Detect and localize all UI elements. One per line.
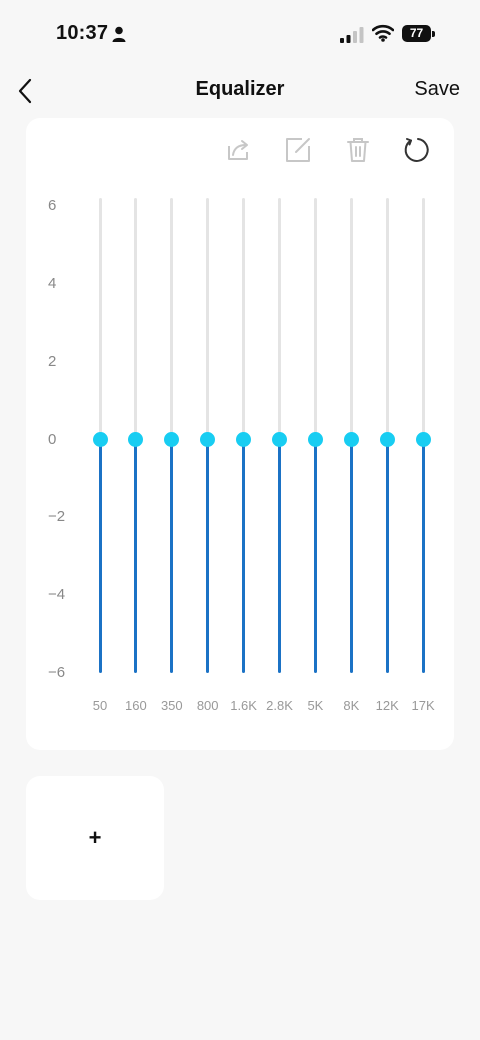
band-slider-fill — [206, 439, 210, 673]
band-slider-knob[interactable] — [92, 432, 108, 447]
band-slider-track[interactable] — [170, 198, 174, 440]
band-slider-knob[interactable] — [415, 432, 431, 447]
y-tick-label: 4 — [48, 274, 57, 292]
status-bar: 10:37 77 — [0, 0, 480, 72]
equalizer-card: 6 4 2 0 −2 −4 −6 50 160 350 800 1.6K 2.8K 5K 8K 12K 17K — [26, 118, 454, 750]
status-time: 10:37 — [56, 22, 109, 44]
band-slider-fill — [313, 439, 317, 673]
band-slider-knob[interactable] — [307, 432, 323, 447]
band-slider-fill — [98, 439, 102, 673]
y-tick-label: 0 — [48, 430, 57, 448]
battery-tip — [432, 31, 435, 37]
band-slider-track[interactable] — [313, 198, 317, 440]
save-button[interactable]: Save — [414, 78, 460, 101]
band-frequency-label: 350 — [160, 698, 183, 713]
band-slider-fill — [242, 439, 246, 673]
band-slider-knob[interactable] — [200, 432, 216, 447]
band-slider-knob[interactable] — [343, 432, 359, 447]
band-slider-track[interactable] — [278, 198, 281, 440]
band-slider-knob[interactable] — [164, 432, 180, 447]
band-frequency-label: 800 — [196, 698, 219, 713]
band-slider-track[interactable] — [421, 198, 425, 440]
band-slider-knob[interactable] — [379, 432, 395, 447]
band-slider-track[interactable] — [206, 198, 210, 440]
y-tick-label: −6 — [48, 664, 66, 681]
band-slider-fill — [134, 439, 138, 673]
wifi-icon — [372, 24, 394, 42]
battery-level: 77 — [402, 25, 431, 42]
band-slider-track[interactable] — [385, 198, 389, 440]
y-tick-label: 6 — [48, 197, 57, 214]
band-slider-fill — [385, 439, 389, 673]
y-tick-label: −2 — [48, 508, 66, 526]
y-tick-label: −4 — [48, 586, 66, 604]
band-slider-knob[interactable] — [128, 432, 144, 447]
add-preset-button[interactable]: + — [26, 776, 164, 900]
band-frequency-label: 17K — [411, 698, 435, 713]
band-slider-track[interactable] — [134, 198, 138, 440]
band-frequency-label: 5K — [307, 698, 324, 713]
band-slider-track[interactable] — [98, 198, 102, 440]
band-slider-knob[interactable] — [236, 432, 252, 447]
band-frequency-label: 160 — [125, 698, 147, 713]
band-slider-knob[interactable] — [272, 432, 287, 447]
equalizer-chart: 6 4 2 0 −2 −4 −6 50 160 350 800 1.6K 2.8K 5K 8K 12K 17K — [26, 118, 454, 750]
add-preset-card[interactable]: + — [26, 776, 164, 900]
battery-icon: 77 — [402, 25, 436, 43]
band-frequency-label: 50 — [92, 698, 108, 713]
nav-bar: Equalizer Save — [0, 72, 480, 112]
y-tick-label: 2 — [48, 352, 57, 370]
band-frequency-label: 8K — [343, 698, 360, 713]
band-slider-fill — [170, 439, 174, 673]
band-slider-fill — [278, 439, 281, 673]
person-icon — [112, 26, 126, 42]
page-title: Equalizer — [195, 78, 285, 100]
band-frequency-label: 2.8K — [266, 698, 293, 713]
band-slider-track[interactable] — [242, 198, 246, 440]
band-slider-fill — [421, 439, 425, 673]
band-frequency-label: 1.6K — [230, 698, 257, 713]
band-frequency-label: 12K — [375, 698, 399, 713]
cellular-signal-icon — [340, 27, 364, 43]
band-slider-fill — [349, 439, 353, 673]
band-slider-track[interactable] — [349, 198, 353, 440]
